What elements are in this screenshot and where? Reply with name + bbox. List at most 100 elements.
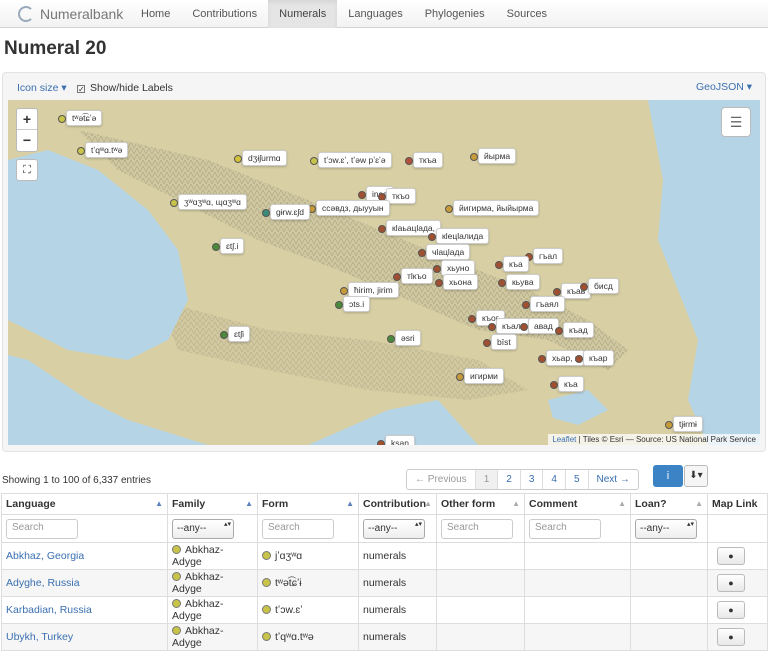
- page-button-1[interactable]: 1: [475, 470, 499, 489]
- language-link[interactable]: Abkhaz, Georgia: [6, 550, 84, 562]
- contribution-value[interactable]: numerals: [363, 550, 406, 562]
- info-button[interactable]: i: [653, 465, 683, 487]
- nav-numerals[interactable]: Numerals: [268, 0, 338, 28]
- map-marker-icon[interactable]: [212, 243, 220, 251]
- fullscreen-button[interactable]: ⛶: [16, 159, 38, 181]
- map-marker-icon[interactable]: [468, 315, 476, 323]
- map-marker-icon[interactable]: [220, 331, 228, 339]
- map-marker-icon[interactable]: [378, 225, 386, 233]
- map-marker-label[interactable]: къар: [583, 350, 614, 366]
- col-family[interactable]: Family ▲: [167, 493, 258, 515]
- page-button-4[interactable]: 4: [543, 470, 566, 489]
- col-language[interactable]: Language ▲: [1, 493, 168, 515]
- col-comment[interactable]: Comment ▲: [524, 493, 631, 515]
- map-marker-label[interactable]: ссәвдз, дыууын: [316, 200, 390, 216]
- map-marker-icon[interactable]: [387, 335, 395, 343]
- form-value[interactable]: tʼqʷɑ.tʷə: [275, 631, 314, 643]
- page-button-5[interactable]: 5: [566, 470, 589, 489]
- map-marker-icon[interactable]: [580, 283, 588, 291]
- brand[interactable]: Numeralbank: [18, 4, 123, 24]
- map-marker-icon[interactable]: [470, 153, 478, 161]
- other-form-search-input[interactable]: Search: [441, 518, 513, 539]
- map-marker-icon[interactable]: [435, 279, 443, 287]
- nav-phylogenies[interactable]: Phylogenies: [414, 0, 496, 28]
- map-marker-icon[interactable]: [538, 355, 546, 363]
- map-marker-label[interactable]: гъаял: [530, 296, 565, 312]
- page-button-2[interactable]: 2: [498, 470, 521, 489]
- map-marker-icon[interactable]: [358, 191, 366, 199]
- map-marker-icon[interactable]: [445, 205, 453, 213]
- map-marker-icon[interactable]: [498, 279, 506, 287]
- map-marker-icon[interactable]: [575, 355, 583, 363]
- map-marker-icon[interactable]: [393, 273, 401, 281]
- map-marker-label[interactable]: йигирма, йыйырма: [453, 200, 540, 216]
- map-link-button[interactable]: ●: [717, 574, 745, 592]
- geojson-dropdown[interactable]: GeoJSON ▾: [696, 81, 752, 93]
- map-marker-label[interactable]: ткъа: [413, 152, 443, 168]
- map-marker-icon[interactable]: [418, 249, 426, 257]
- col-contribution[interactable]: Contribution ▲: [358, 493, 437, 515]
- map-marker-icon[interactable]: [405, 157, 413, 165]
- map[interactable]: tʷət͡ɕʼə tʼqʷɑ.tʷə dʒɨʃurmɑ tʼɔw.ɛʼ, tʼəw p…: [8, 100, 760, 445]
- col-loan[interactable]: Loan? ▲: [630, 493, 708, 515]
- form-value[interactable]: tʷət͡ɕʼɨ: [275, 577, 302, 589]
- map-marker-label[interactable]: ткъо: [386, 188, 416, 204]
- language-link[interactable]: Adyghe, Russia: [6, 577, 80, 589]
- contribution-value[interactable]: numerals: [363, 604, 406, 616]
- contribution-filter-select[interactable]: --any--: [363, 518, 425, 539]
- map-marker-label[interactable]: ɔts.i: [343, 296, 371, 312]
- map-marker-label[interactable]: ksan: [385, 435, 415, 445]
- map-marker-label[interactable]: бисд: [588, 278, 619, 294]
- map-marker-icon[interactable]: [170, 199, 178, 207]
- contribution-value[interactable]: numerals: [363, 577, 406, 589]
- previous-page-button[interactable]: ← Previous: [407, 470, 476, 489]
- map-marker-label[interactable]: къа: [503, 256, 529, 272]
- map-marker-label[interactable]: əsri: [395, 330, 421, 346]
- map-marker-label[interactable]: tʼɔw.ɛʼ, tʼəw pʼɛʼə: [318, 152, 392, 168]
- map-marker-label[interactable]: тӏкъо: [401, 268, 433, 284]
- map-marker-label[interactable]: хьона: [443, 274, 478, 290]
- map-marker-label[interactable]: ɛtʃi: [228, 326, 251, 342]
- form-value[interactable]: tʼɔw.ɛʼ: [275, 604, 303, 616]
- map-marker-label[interactable]: йырма: [478, 148, 517, 164]
- download-button[interactable]: ⬇▾: [684, 465, 708, 487]
- map-marker-icon[interactable]: [555, 327, 563, 335]
- family-filter-select[interactable]: --any--: [172, 518, 234, 539]
- map-marker-icon[interactable]: [58, 115, 66, 123]
- map-marker-label[interactable]: гъал: [533, 248, 564, 264]
- map-link-button[interactable]: ●: [717, 547, 745, 565]
- map-marker-label[interactable]: tʷət͡ɕʼə: [66, 110, 103, 126]
- nav-languages[interactable]: Languages: [337, 0, 413, 28]
- map-marker-icon[interactable]: [234, 155, 242, 163]
- map-marker-icon[interactable]: [553, 288, 561, 296]
- labels-checkbox[interactable]: ✓: [77, 85, 85, 94]
- form-search-input[interactable]: Search: [262, 518, 334, 539]
- contribution-value[interactable]: numerals: [363, 631, 406, 643]
- map-marker-icon[interactable]: [665, 421, 673, 429]
- form-value[interactable]: jʼɑʒʷɑ: [275, 550, 302, 562]
- map-marker-label[interactable]: tʼqʷɑ.tʷə: [85, 142, 129, 158]
- nav-sources[interactable]: Sources: [496, 0, 558, 28]
- show-labels-toggle[interactable]: ✓ Show/hide Labels: [77, 82, 173, 94]
- nav-home[interactable]: Home: [130, 0, 181, 28]
- map-marker-label[interactable]: кьува: [506, 274, 540, 290]
- zoom-in-button[interactable]: +: [17, 109, 37, 130]
- map-marker-icon[interactable]: [550, 381, 558, 389]
- map-marker-label[interactable]: ɡɨrw.ɛʃd: [270, 204, 310, 220]
- map-link-button[interactable]: ●: [717, 601, 745, 619]
- map-marker-label[interactable]: игирми: [464, 368, 504, 384]
- language-link[interactable]: Karbadian, Russia: [6, 604, 92, 616]
- map-marker-icon[interactable]: [340, 287, 348, 295]
- nav-contributions[interactable]: Contributions: [181, 0, 268, 28]
- next-page-button[interactable]: Next →: [589, 470, 638, 489]
- col-form[interactable]: Form ▲: [257, 493, 359, 515]
- map-marker-icon[interactable]: [520, 323, 528, 331]
- leaflet-link[interactable]: Leaflet: [552, 435, 576, 444]
- map-marker-icon[interactable]: [433, 265, 441, 273]
- map-marker-icon[interactable]: [377, 440, 385, 445]
- loan-filter-select[interactable]: --any--: [635, 518, 697, 539]
- map-marker-icon[interactable]: [522, 301, 530, 309]
- map-marker-icon[interactable]: [488, 323, 496, 331]
- map-marker-icon[interactable]: [262, 209, 270, 217]
- icon-size-dropdown[interactable]: Icon size ▾: [17, 82, 67, 94]
